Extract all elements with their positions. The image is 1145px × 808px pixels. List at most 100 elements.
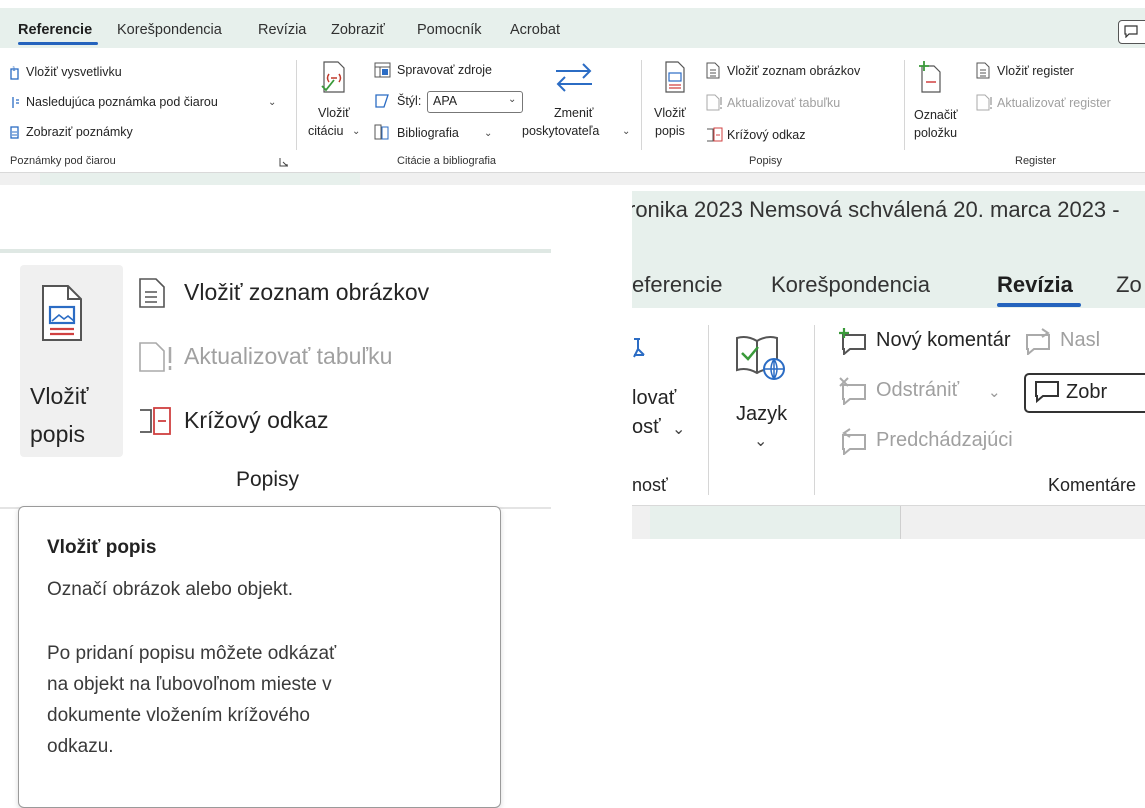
show-comments-label: Zobr	[1066, 381, 1108, 403]
insert-citation-icon	[321, 61, 345, 93]
table-of-figures-label: Vložiť zoznam obrázkov	[184, 279, 430, 305]
mark-entry-button[interactable]: Označiť položku	[912, 60, 968, 150]
tab-acrobat[interactable]: Acrobat	[510, 22, 560, 38]
next-footnote-icon	[12, 97, 19, 108]
tab-zobrazit[interactable]: Zobraziť	[331, 22, 385, 38]
manage-sources-label: Spravovať zdroje	[397, 63, 493, 77]
chevron-down-icon: ⌄	[672, 421, 686, 438]
chevron-down-icon: ⌄	[508, 94, 517, 105]
show-notes-label: Zobraziť poznámky	[26, 125, 133, 139]
insert-caption-line2: popis	[30, 421, 85, 447]
show-comments-button[interactable]: Zobr	[1024, 373, 1145, 413]
insert-caption-icon	[665, 61, 685, 93]
next-footnote-button[interactable]: Nasledujúca poznámka pod čiarou ⌄	[10, 94, 280, 112]
insert-caption-button[interactable]: Vložiť popis	[650, 60, 696, 150]
tab-revizia[interactable]: Revízia	[997, 272, 1073, 298]
chevron-down-icon: ⌄	[988, 384, 1001, 401]
next-comment-label: Nasl	[1060, 329, 1101, 351]
swap-arrows-icon	[556, 63, 592, 92]
language-button[interactable]: Jazyk ⌄	[724, 331, 804, 471]
document-title-fragment: ronika 2023 Nemsová schválená 20. marca …	[632, 197, 1120, 222]
update-index-label: Aktualizovať register	[997, 96, 1111, 110]
endnote-icon: 1	[10, 66, 19, 80]
chevron-down-icon: ⌄	[622, 126, 631, 137]
insert-index-icon	[976, 62, 990, 79]
cross-reference-label: Krížový odkaz	[727, 128, 806, 142]
tab-zobrazit[interactable]: Zo	[1116, 272, 1142, 298]
bibliography-label: Bibliografia	[397, 126, 459, 140]
change-provider-line1: Zmeniť	[554, 106, 594, 120]
tooltip-line5: odkazu.	[47, 736, 114, 757]
captions-group-label: Popisy	[749, 155, 783, 167]
insert-caption-line2: popis	[655, 124, 685, 138]
mark-entry-line2: položku	[914, 126, 958, 140]
chevron-down-icon: ⌄	[754, 433, 768, 450]
index-group-label: Register	[1015, 155, 1056, 167]
mark-entry-line1: Označiť	[914, 108, 958, 122]
dialog-launcher-icon[interactable]	[279, 157, 289, 167]
tooltip-line4: dokumente vložením krížového	[47, 705, 310, 726]
group-separator	[814, 325, 815, 495]
accessibility-group-label: nosť	[632, 475, 668, 495]
new-comment-icon	[839, 328, 866, 355]
style-label: Štýl:	[397, 94, 422, 108]
tooltip-line1: Označí obrázok alebo objekt.	[47, 579, 294, 600]
table-of-figures-icon	[139, 278, 165, 308]
show-notes-icon	[10, 126, 19, 139]
active-tab-underline	[997, 303, 1081, 307]
tooltip-title: Vložiť popis	[47, 537, 157, 558]
active-tab-underline	[18, 42, 98, 45]
change-provider-button[interactable]: Zmeniť poskytovateľa ⌄	[522, 60, 632, 150]
update-table-icon	[706, 94, 722, 111]
style-dropdown[interactable]: APA ⌄	[427, 91, 523, 113]
style-value: APA	[433, 94, 458, 108]
new-comment-label: Nový komentár	[876, 329, 1011, 351]
mark-entry-icon	[919, 61, 941, 93]
insert-endnote-label: Vložiť vysvetlivku	[26, 65, 122, 79]
tab-korespondencia[interactable]: Korešpondencia	[771, 272, 930, 298]
insert-caption-icon	[42, 285, 82, 341]
accessibility-icon	[633, 338, 645, 358]
cross-reference-icon	[707, 127, 723, 142]
delete-comment-label: Odstrániť	[876, 379, 960, 401]
accessibility-line2: osť	[632, 416, 661, 438]
update-table-icon	[139, 342, 172, 372]
group-separator	[708, 325, 709, 495]
citations-group-label: Citácie a bibliografia	[397, 155, 497, 167]
language-label: Jazyk	[736, 403, 788, 425]
table-of-figures-icon	[706, 62, 720, 79]
document-page-edge	[650, 506, 901, 539]
comments-button[interactable]	[1118, 20, 1145, 44]
tab-referencie[interactable]: Referencie	[18, 22, 92, 38]
update-index-icon	[976, 94, 992, 111]
manage-sources-icon	[374, 62, 391, 78]
previous-comment-label: Predchádzajúci	[876, 429, 1013, 451]
tab-korespondencia[interactable]: Korešpondencia	[117, 22, 222, 38]
insert-caption-line1: Vložiť	[654, 106, 686, 120]
delete-comment-icon	[839, 377, 866, 405]
tooltip-line3: na objekt na ľubovoľnom mieste v	[47, 674, 332, 695]
table-of-figures-label: Vložiť zoznam obrázkov	[727, 64, 861, 78]
tab-pomocnik[interactable]: Pomocník	[417, 22, 481, 38]
zoomed-captions-panel: Vložiť popis Vložiť zoznam obrázkov Aktu…	[0, 249, 551, 511]
group-separator	[904, 60, 905, 150]
comment-icon	[1035, 381, 1059, 404]
tab-revizia[interactable]: Revízia	[258, 22, 306, 38]
check-accessibility-button[interactable]: lovať osť ⌄	[632, 331, 702, 441]
insert-citation-button[interactable]: Vložiť citáciu ⌄	[308, 60, 362, 150]
zoom-top-border	[0, 249, 551, 253]
comments-group-label: Komentáre	[1048, 475, 1137, 495]
footnotes-group-label: Poznámky pod čiarou	[10, 155, 116, 167]
group-separator	[296, 60, 297, 150]
chevron-down-icon[interactable]: ⌄	[268, 97, 276, 108]
group-separator	[641, 60, 642, 150]
chevron-down-icon: ⌄	[352, 126, 361, 137]
comment-icon	[1124, 25, 1138, 38]
language-icon	[736, 336, 785, 380]
previous-comment-icon	[842, 428, 866, 455]
cross-reference-icon	[140, 407, 171, 435]
tab-referencie[interactable]: eferencie	[632, 272, 723, 298]
zoom-insert-caption-button[interactable]: Vložiť popis	[20, 265, 123, 457]
style-icon	[375, 94, 389, 108]
document-page-edge	[40, 173, 360, 185]
